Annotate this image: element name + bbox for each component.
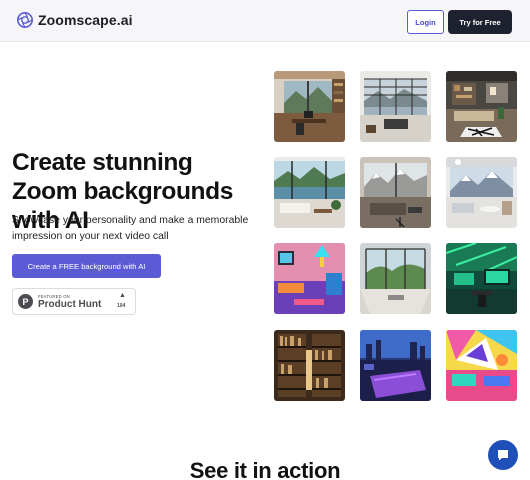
library-bookshelves-image (274, 330, 345, 401)
gallery-tile[interactable] (446, 157, 517, 228)
neon-retro-room-image (274, 243, 345, 314)
lake-living-room-image (274, 157, 345, 228)
gallery-tile[interactable] (446, 330, 517, 401)
gallery-tile[interactable] (360, 71, 431, 142)
modern-living-room-image (446, 71, 517, 142)
gallery-tile[interactable] (274, 243, 345, 314)
snowy-mountain-lounge-image (446, 157, 517, 228)
office-mountain-view-image (274, 71, 345, 142)
login-button[interactable]: Login (407, 10, 444, 34)
background-gallery (274, 71, 518, 401)
gallery-tile[interactable] (274, 330, 345, 401)
rooftop-night-pool-image (360, 330, 431, 401)
japanese-window-lake-image (360, 71, 431, 142)
brand-name: Zoomscape.ai (38, 12, 133, 28)
create-background-button[interactable]: Create a FREE background with AI (12, 254, 161, 278)
green-neon-office-image (446, 243, 517, 314)
product-hunt-badge[interactable]: P FEATURED ON Product Hunt ▲ 104 (12, 288, 136, 315)
upvote-arrow-icon: ▲ (119, 292, 126, 299)
top-nav: Zoomscape.ai Login Try for Free (0, 0, 530, 42)
brand-logo[interactable]: Zoomscape.ai (17, 12, 133, 28)
aperture-logo-icon (17, 12, 33, 28)
mountain-window-sofa-image (360, 157, 431, 228)
product-hunt-name: Product Hunt (38, 299, 102, 310)
chat-bubble-icon (498, 450, 508, 461)
chat-button[interactable] (488, 440, 518, 470)
hero-subtitle: Showcase your personality and make a mem… (12, 215, 249, 242)
gallery-tile[interactable] (446, 243, 517, 314)
gallery-tile[interactable] (274, 157, 345, 228)
gallery-tile[interactable] (360, 243, 431, 314)
colorful-abstract-art-image (446, 330, 517, 401)
section-title: See it in action (189, 458, 341, 480)
gallery-tile[interactable] (446, 71, 517, 142)
try-for-free-button[interactable]: Try for Free (448, 10, 512, 34)
upvote-count: 104 (117, 303, 126, 309)
glass-wall-garden-image (360, 243, 431, 314)
gallery-tile[interactable] (360, 157, 431, 228)
product-hunt-icon: P (18, 294, 33, 309)
page: Zoomscape.ai Login Try for Free Create s… (0, 0, 530, 480)
gallery-tile[interactable] (274, 71, 345, 142)
gallery-tile[interactable] (360, 330, 431, 401)
